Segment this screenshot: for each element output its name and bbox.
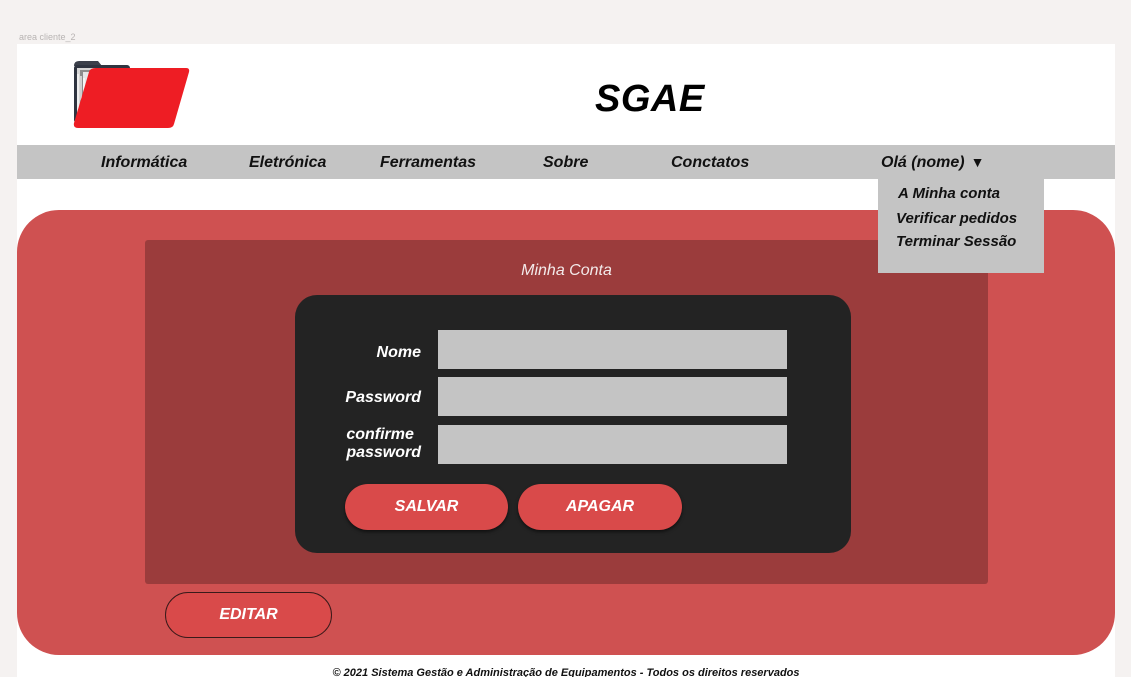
nav-item-conctatos[interactable]: Conctatos	[671, 154, 749, 172]
nav-item-ferramentas[interactable]: Ferramentas	[380, 154, 476, 172]
user-menu-button[interactable]: Olá (nome) ▼	[881, 154, 984, 172]
user-dropdown-menu: A Minha conta Verificar pedidos Terminar…	[878, 179, 1044, 273]
account-title: Minha Conta	[521, 262, 612, 279]
confirm-label-line1: confirme	[346, 426, 414, 443]
menu-item-my-account[interactable]: A Minha conta	[898, 185, 1000, 202]
account-inner-panel: Minha Conta Nome Password confirme passw…	[145, 240, 988, 584]
account-area-panel: Minha Conta Nome Password confirme passw…	[17, 210, 1115, 655]
account-form-card: Nome Password confirme password SALVAR A…	[295, 295, 851, 553]
password-label: Password	[345, 389, 421, 406]
main-navbar: Informática Eletrónica Ferramentas Sobre…	[17, 145, 1115, 179]
password-field[interactable]	[438, 377, 787, 416]
folder-logo-icon	[72, 58, 192, 130]
confirm-password-label: confirme password	[346, 426, 421, 462]
app-title: SGAE	[595, 78, 705, 120]
edit-button[interactable]: EDITAR	[165, 592, 332, 638]
delete-button[interactable]: APAGAR	[518, 484, 682, 530]
caret-down-icon: ▼	[970, 154, 985, 170]
save-button[interactable]: SALVAR	[345, 484, 508, 530]
user-greeting: Olá (nome)	[881, 154, 965, 171]
name-field[interactable]	[438, 330, 787, 369]
footer-copyright: © 2021 Sistema Gestão e Administração de…	[332, 667, 800, 677]
confirm-label-line2: password	[346, 444, 421, 461]
menu-item-check-orders[interactable]: Verificar pedidos	[896, 210, 1017, 227]
nav-item-informatica[interactable]: Informática	[101, 154, 187, 172]
nav-item-sobre[interactable]: Sobre	[543, 154, 588, 172]
menu-item-logout[interactable]: Terminar Sessão	[896, 233, 1016, 250]
name-label: Nome	[376, 344, 421, 361]
page-canvas: SGAE Informática Eletrónica Ferramentas …	[17, 44, 1115, 677]
confirm-password-field[interactable]	[438, 425, 787, 464]
nav-item-eletronica[interactable]: Eletrónica	[249, 154, 326, 172]
artboard-label: area cliente_2	[19, 32, 76, 42]
